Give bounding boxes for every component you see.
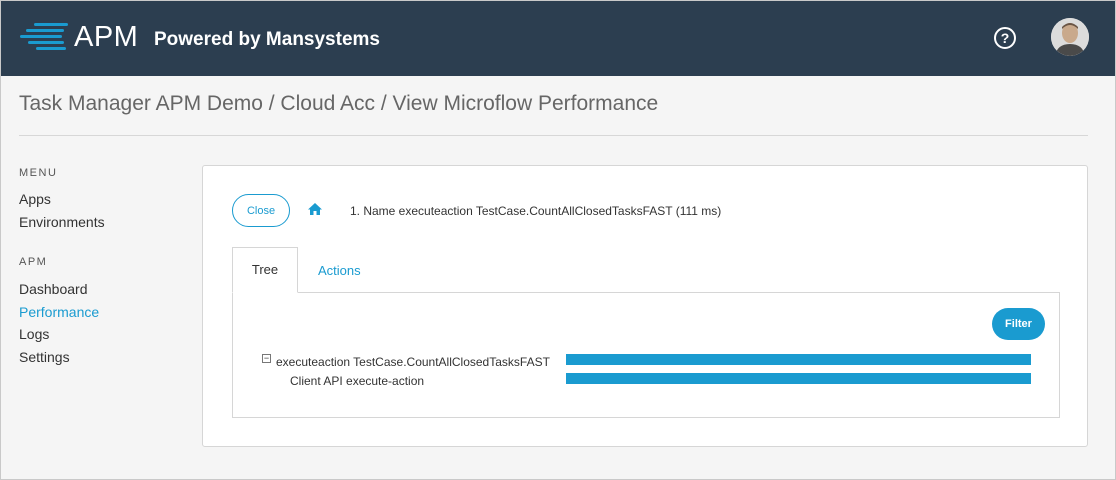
- sidebar-item-environments[interactable]: Environments: [19, 214, 105, 230]
- sidebar-item-logs[interactable]: Logs: [19, 326, 49, 342]
- microflow-panel: Close 1. Name executeaction TestCase.Cou…: [202, 165, 1088, 447]
- tree-tab-content: Filter − executeaction TestCase.CountAll…: [232, 292, 1060, 418]
- divider: [19, 135, 1088, 136]
- tab-actions[interactable]: Actions: [318, 263, 361, 278]
- tree-node-label[interactable]: executeaction TestCase.CountAllClosedTas…: [276, 355, 550, 369]
- menu-section-label: MENU: [19, 167, 58, 179]
- tab-tree[interactable]: Tree: [232, 247, 298, 293]
- filter-button[interactable]: Filter: [992, 308, 1045, 340]
- tree-node-duration-bar[interactable]: [566, 373, 1031, 384]
- sidebar-item-apps[interactable]: Apps: [19, 191, 51, 207]
- help-icon[interactable]: ?: [994, 27, 1016, 49]
- user-avatar[interactable]: [1051, 18, 1089, 56]
- close-button[interactable]: Close: [232, 194, 290, 227]
- tree-node-label[interactable]: Client API execute-action: [290, 374, 424, 388]
- home-icon[interactable]: [307, 202, 323, 216]
- sidebar-item-performance[interactable]: Performance: [19, 304, 99, 320]
- powered-by-text: Powered by Mansystems: [154, 29, 380, 50]
- microflow-crumb[interactable]: 1. Name executeaction TestCase.CountAllC…: [350, 204, 721, 218]
- sidebar-item-dashboard[interactable]: Dashboard: [19, 281, 88, 297]
- apm-section-label: APM: [19, 256, 48, 268]
- page-breadcrumb: Task Manager APM Demo / Cloud Acc / View…: [19, 92, 659, 115]
- collapse-toggle-icon[interactable]: −: [262, 354, 271, 363]
- apm-logo-icon: [20, 22, 68, 50]
- brand-name: APM: [74, 21, 139, 53]
- sidebar-item-settings[interactable]: Settings: [19, 349, 70, 365]
- tree-node-duration-bar[interactable]: [566, 354, 1031, 365]
- top-bar: APM Powered by Mansystems ?: [1, 1, 1115, 76]
